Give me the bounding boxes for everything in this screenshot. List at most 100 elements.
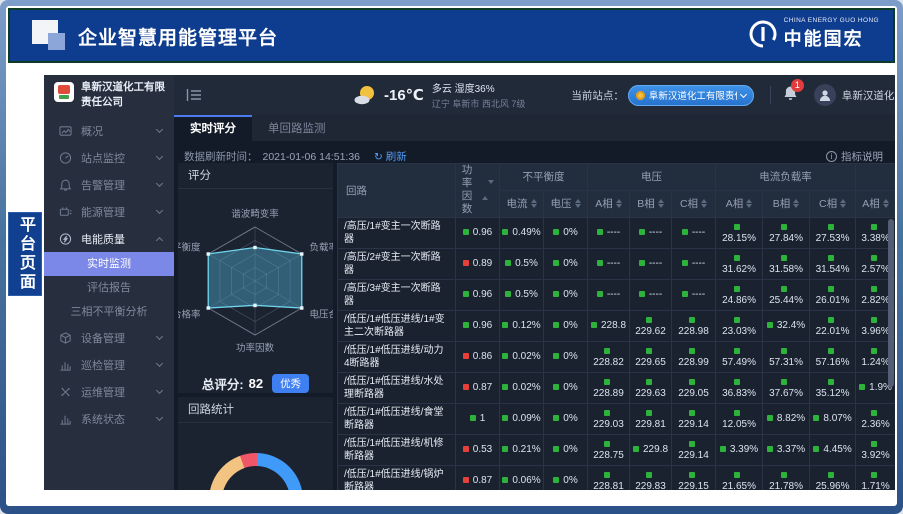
notification-badge: 1 bbox=[791, 79, 804, 92]
col-group-4 bbox=[856, 164, 895, 191]
col-subheader[interactable]: 电流 bbox=[500, 190, 544, 217]
sort-icon[interactable] bbox=[883, 199, 889, 208]
col-subheader[interactable]: B相 bbox=[630, 190, 672, 217]
topbar-divider bbox=[770, 86, 771, 104]
refresh-button[interactable]: ↻ 刷新 bbox=[374, 149, 407, 164]
metric-cell: 24.86% bbox=[716, 279, 763, 310]
sort-icon[interactable] bbox=[479, 184, 497, 197]
status-dot bbox=[689, 379, 695, 385]
col-subheader[interactable]: A相 bbox=[856, 190, 895, 217]
sidebar-item-energy[interactable]: 能源管理 bbox=[44, 198, 174, 225]
tab-1[interactable]: 实时评分 bbox=[174, 115, 252, 141]
sort-icon[interactable] bbox=[531, 199, 537, 208]
tab-2[interactable]: 单回路监测 bbox=[252, 115, 342, 141]
sidebar-item-inspection[interactable]: 巡检管理 bbox=[44, 351, 174, 378]
status-dot bbox=[463, 260, 469, 266]
status-dot bbox=[646, 317, 652, 323]
alarm-icon bbox=[59, 178, 72, 192]
avatar[interactable] bbox=[814, 84, 836, 106]
sidebar-item-system[interactable]: 系统状态 bbox=[44, 405, 174, 432]
table-row: /低压/1#低压进线/动力4断路器0.860.02%0%228.82229.65… bbox=[338, 341, 896, 372]
metric-cell: 0.5% bbox=[500, 279, 544, 310]
status-dot bbox=[828, 472, 834, 478]
metric-cell: 37.67% bbox=[763, 372, 810, 403]
status-dot bbox=[604, 472, 610, 478]
indicator-help-button[interactable]: i 指标说明 bbox=[826, 149, 883, 164]
circuit-name: /低压/1#低压进线/食堂断路器 bbox=[338, 403, 456, 434]
svg-text:谐波畸变率: 谐波畸变率 bbox=[231, 208, 279, 220]
metric-cell: 26.01% bbox=[810, 279, 856, 310]
status-dot bbox=[502, 384, 508, 390]
sidebar-item-ops[interactable]: 运维管理 bbox=[44, 378, 174, 405]
status-dot bbox=[813, 415, 819, 421]
sidebar-item-site-monitor[interactable]: 站点监控 bbox=[44, 144, 174, 171]
screenshot-frame: 企业智慧用能管理平台 CHINA ENERGY GUO HONG 中能国宏 阜新… bbox=[0, 0, 903, 514]
status-dot bbox=[828, 255, 834, 261]
metric-cell: 25.96% bbox=[810, 465, 856, 490]
metric-cell: 228.99 bbox=[672, 341, 716, 372]
status-dot bbox=[553, 322, 559, 328]
status-dot bbox=[871, 410, 877, 416]
status-dot bbox=[781, 255, 787, 261]
sort-icon[interactable] bbox=[701, 199, 707, 208]
status-dot bbox=[720, 446, 726, 452]
sort-icon[interactable] bbox=[746, 199, 752, 208]
sort-icon[interactable] bbox=[575, 199, 581, 208]
sort-icon[interactable] bbox=[658, 199, 664, 208]
metric-cell: 35.12% bbox=[810, 372, 856, 403]
menu-fold-icon[interactable] bbox=[186, 88, 202, 102]
chevron-down-icon bbox=[156, 414, 163, 421]
status-dot bbox=[553, 291, 559, 297]
sidebar-subitem-3[interactable]: 三相不平衡分析 bbox=[44, 300, 174, 324]
status-dot bbox=[463, 291, 469, 297]
col-subheader[interactable]: C相 bbox=[672, 190, 716, 217]
metric-cell: 229.14 bbox=[672, 434, 716, 465]
status-dot bbox=[734, 410, 740, 416]
weather-location: 辽宁 阜新市 西北风 7级 bbox=[432, 97, 526, 110]
sidebar-subitem-2[interactable]: 评估报告 bbox=[44, 276, 174, 300]
sort-icon[interactable] bbox=[840, 199, 846, 208]
sidebar-nav: 概况站点监控告警管理能源管理电能质量实时监测评估报告三相不平衡分析设备管理巡检管… bbox=[44, 117, 174, 432]
col-subheader[interactable]: A相 bbox=[716, 190, 763, 217]
circuit-name: /高压/3#变主一次断路器 bbox=[338, 279, 456, 310]
col-subheader[interactable]: C相 bbox=[810, 190, 856, 217]
circuit-stats-title: 回路统计 bbox=[178, 397, 333, 423]
status-dot bbox=[502, 229, 508, 235]
col-subheader[interactable]: 电压 bbox=[544, 190, 588, 217]
sidebar-item-device[interactable]: 设备管理 bbox=[44, 324, 174, 351]
info-icon: i bbox=[826, 151, 837, 162]
radar-chart: 谐波畸变率负载率电压合格率功率因数频率合格率三相不平衡度 bbox=[178, 189, 333, 365]
col-subheader[interactable]: B相 bbox=[763, 190, 810, 217]
station-label: 当前站点： bbox=[571, 88, 624, 103]
notifications-button[interactable]: 1 bbox=[783, 85, 798, 106]
status-dot bbox=[689, 472, 695, 478]
svg-text:频率合格率: 频率合格率 bbox=[178, 309, 201, 321]
svg-text:三相不平衡度: 三相不平衡度 bbox=[178, 242, 201, 254]
circuit-table: 回路功率因数不平衡度电压电流负载率电流电压A相B相C相A相B相C相A相/高压/1… bbox=[337, 163, 895, 490]
company-header: 阜新汉道化工有限责任公司 bbox=[44, 75, 174, 117]
metric-cell: 229.62 bbox=[630, 310, 672, 341]
user-name[interactable]: 阜新汉道化工有限责任公司 bbox=[842, 88, 895, 103]
sidebar-item-power-quality[interactable]: 电能质量 bbox=[44, 225, 174, 252]
sidebar-item-label: 能源管理 bbox=[81, 204, 157, 220]
station-selector[interactable]: 阜新汉道化工有限责任公司 bbox=[628, 85, 754, 106]
status-dot bbox=[639, 291, 645, 297]
indicator-help-label: 指标说明 bbox=[841, 149, 883, 164]
sort-icon[interactable] bbox=[616, 199, 622, 208]
sidebar-subitem-1[interactable]: 实时监测 bbox=[44, 252, 174, 276]
metric-cell: 4.45% bbox=[810, 434, 856, 465]
sidebar-item-alarm[interactable]: 告警管理 bbox=[44, 171, 174, 198]
metric-cell: 21.78% bbox=[763, 465, 810, 490]
metric-cell: 57.49% bbox=[716, 341, 763, 372]
col-subheader[interactable]: A相 bbox=[588, 190, 630, 217]
status-dot bbox=[502, 477, 508, 483]
sort-icon[interactable] bbox=[793, 199, 799, 208]
status-dot bbox=[553, 229, 559, 235]
col-header-power-factor[interactable]: 功率因数 bbox=[456, 164, 500, 218]
metric-cell: 0.06% bbox=[500, 465, 544, 490]
metric-cell: 0% bbox=[544, 372, 588, 403]
sidebar-item-overview[interactable]: 概况 bbox=[44, 117, 174, 144]
tab-bar: 实时评分单回路监测 bbox=[174, 115, 895, 141]
scrollbar-thumb[interactable] bbox=[888, 219, 894, 387]
status-dot bbox=[502, 415, 508, 421]
